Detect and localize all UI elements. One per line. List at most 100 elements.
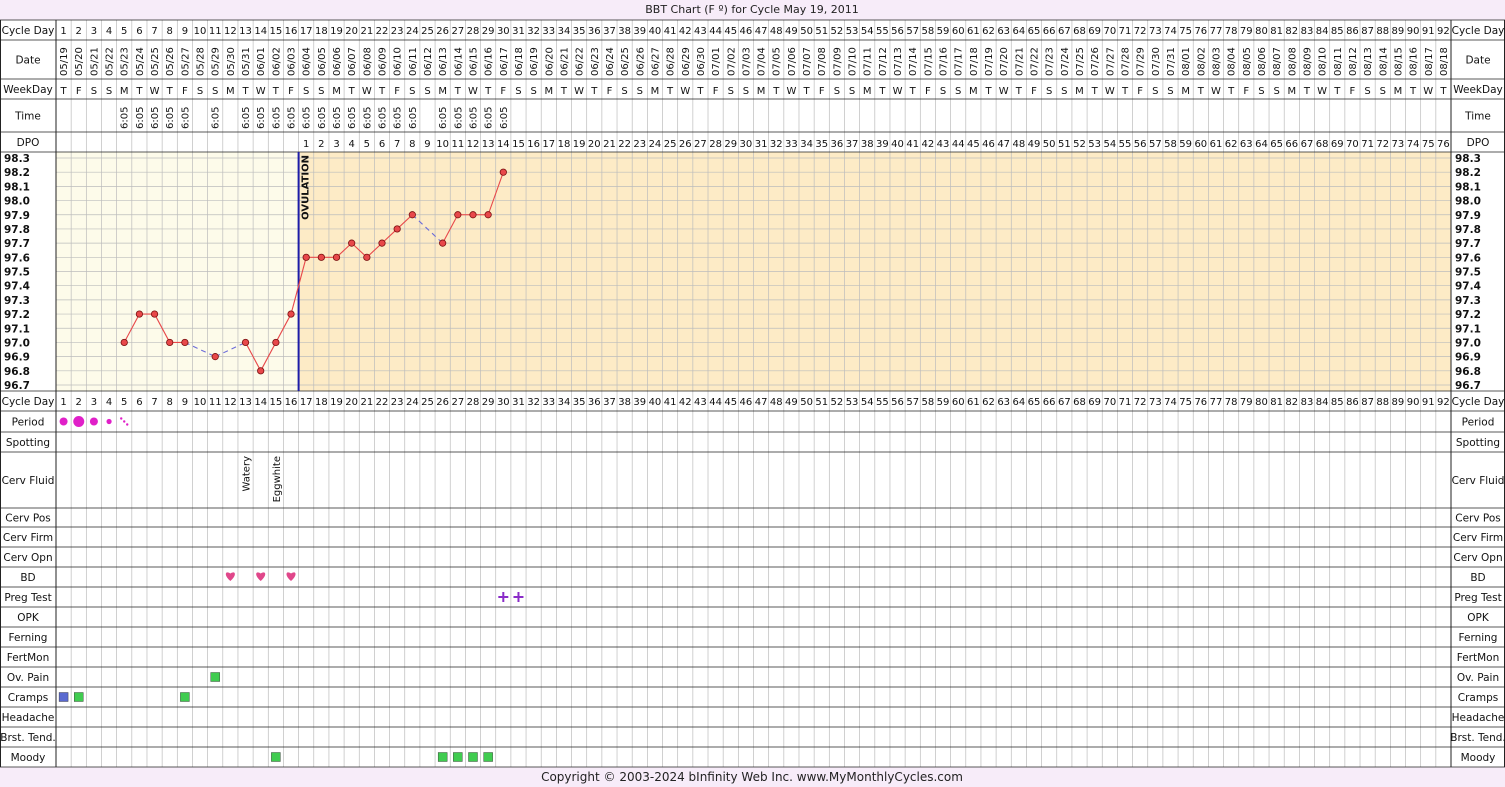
weekday-label: T: [1227, 86, 1235, 97]
date-label: 05/19: [59, 47, 70, 76]
dpo-label: 26: [679, 139, 692, 150]
temperature-point: [469, 211, 477, 219]
date-label: 08/05: [1242, 47, 1253, 76]
cycle-day-label-lower: 36: [588, 397, 601, 408]
dpo-label: 61: [1210, 139, 1223, 150]
date-label: 06/27: [650, 47, 661, 76]
date-label: 08/17: [1424, 47, 1435, 76]
row-label-left-preg_test: Preg Test: [4, 592, 51, 604]
time-label: 6:05: [271, 107, 282, 129]
cycle-day-label-lower: 40: [649, 397, 662, 408]
weekday-label: T: [454, 86, 462, 97]
cycle-day-label: 90: [1407, 26, 1420, 37]
cycle-day-label-lower: 23: [391, 397, 404, 408]
row-label-right-spotting: Spotting: [1456, 437, 1500, 449]
weekday-label: M: [120, 86, 129, 97]
dpo-label: 62: [1225, 139, 1238, 150]
row-label-right-ov_pain: Ov. Pain: [1457, 672, 1499, 684]
ov-pain-marker: [210, 672, 220, 682]
time-label: 6:05: [438, 107, 449, 129]
temperature-point: [120, 338, 128, 347]
weekday-label: S: [197, 86, 203, 97]
dpo-label: 1: [303, 139, 309, 150]
cycle-day-label: 77: [1210, 26, 1223, 37]
y-tick-left: 98.3: [4, 153, 30, 165]
dpo-label: 32: [770, 139, 783, 150]
cycle-day-label: 36: [588, 26, 601, 37]
date-label: 06/30: [696, 47, 707, 76]
date-label: 06/22: [575, 47, 586, 76]
date-label: 07/07: [802, 47, 813, 76]
weekday-label: F: [819, 86, 825, 97]
dpo-label: 6: [379, 139, 385, 150]
cycle-day-label: 55: [876, 26, 889, 37]
row-label-right-date: Date: [1465, 55, 1490, 67]
y-tick-right: 97.1: [1455, 323, 1481, 335]
date-label: 06/25: [620, 47, 631, 76]
weekday-label: W: [893, 86, 903, 97]
dpo-label: 41: [906, 139, 919, 150]
cycle-day-label: 89: [1392, 26, 1405, 37]
temperature-point: [378, 239, 386, 247]
dpo-label: 73: [1392, 139, 1405, 150]
date-label: 06/18: [514, 47, 525, 76]
dpo-label: 30: [740, 139, 753, 150]
time-label: 6:05: [468, 107, 479, 129]
date-label: 07/15: [923, 47, 934, 76]
date-label: 08/01: [1181, 47, 1192, 76]
date-label: 05/28: [196, 47, 207, 76]
weekday-label: T: [135, 86, 143, 97]
dpo-label: 35: [815, 139, 828, 150]
cycle-day-label-lower: 39: [633, 397, 646, 408]
dpo-label: 31: [755, 139, 768, 150]
weekday-label: W: [256, 86, 266, 97]
dpo-label: 19: [573, 139, 586, 150]
weekday-label: S: [303, 86, 309, 97]
date-label: 07/16: [939, 47, 950, 76]
cycle-day-label: 69: [1088, 26, 1101, 37]
cycle-day-label: 40: [649, 26, 662, 37]
row-label-right-headache: Headache: [1452, 712, 1505, 724]
period-spotting-dot: [123, 420, 126, 423]
date-label: 06/21: [559, 47, 570, 76]
cycle-day-label: 42: [679, 26, 692, 37]
cycle-day-label-lower: 53: [846, 397, 859, 408]
weekday-label: T: [803, 86, 811, 97]
cycle-day-label-lower: 75: [1179, 397, 1192, 408]
bbt-chart: BBT Chart (F º) for Cycle May 19, 2011 C…: [0, 0, 1505, 787]
cycle-day-label: 87: [1361, 26, 1374, 37]
date-label: 06/06: [332, 47, 343, 76]
cycle-day-label-lower: 67: [1058, 397, 1071, 408]
dpo-label: 53: [1088, 139, 1101, 150]
cycle-day-label: 68: [1073, 26, 1086, 37]
row-label-right-period: Period: [1462, 417, 1495, 429]
cycle-day-label: 3: [91, 26, 97, 37]
y-tick-right: 98.0: [1455, 196, 1481, 208]
moody-marker: [468, 752, 478, 762]
row-label-left-time: Time: [14, 111, 41, 123]
y-tick-right: 98.2: [1455, 167, 1481, 179]
dpo-label: 66: [1285, 139, 1298, 150]
cycle-day-label: 24: [406, 26, 419, 37]
cycle-day-label: 76: [1194, 26, 1207, 37]
cycle-day-label: 4: [106, 26, 112, 37]
date-label: 08/10: [1318, 47, 1329, 76]
row-label-right-moody: Moody: [1461, 752, 1496, 764]
date-label: 07/04: [757, 47, 768, 76]
cycle-day-label-lower: 37: [603, 397, 616, 408]
cycle-day-label: 91: [1422, 26, 1435, 37]
date-label: 06/11: [408, 47, 419, 76]
weekday-label: S: [621, 86, 627, 97]
cycle-day-label-lower: 28: [467, 397, 480, 408]
y-tick-left: 97.7: [4, 238, 30, 250]
cycle-day-label: 35: [573, 26, 586, 37]
temperature-point: [348, 239, 356, 247]
row-label-right-bd: BD: [1470, 572, 1485, 584]
dpo-label: 18: [558, 139, 571, 150]
weekday-label: T: [878, 86, 886, 97]
period-marker: [106, 418, 112, 425]
cycle-day-label: 27: [451, 26, 464, 37]
cycle-day-label: 39: [633, 26, 646, 37]
cycle-day-label-lower: 6: [136, 397, 142, 408]
weekday-label: S: [955, 86, 961, 97]
